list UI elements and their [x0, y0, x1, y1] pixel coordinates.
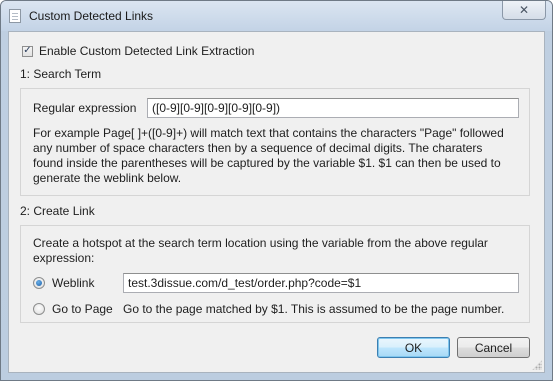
create-link-section-title: 2: Create Link — [20, 204, 95, 218]
description-line: found inside the parentheses will be cap… — [33, 156, 501, 170]
search-term-description: For example Page[ ]+([0-9]+) will match … — [33, 126, 504, 186]
description-line: expression: — [33, 251, 95, 265]
goto-page-radio[interactable] — [33, 303, 45, 315]
window-title: Custom Detected Links — [29, 9, 154, 23]
close-icon: ✕ — [518, 3, 530, 17]
enable-extraction-label: Enable Custom Detected Link Extraction — [39, 44, 255, 58]
search-term-section-title: 1: Search Term — [20, 67, 102, 81]
weblink-label[interactable]: Weblink — [52, 276, 94, 290]
goto-page-description: Go to the page matched by $1. This is as… — [123, 302, 505, 316]
checkmark-icon: ✓ — [23, 45, 32, 56]
dialog-window: Custom Detected Links ✕ ✓ Enable Custom … — [0, 0, 553, 381]
weblink-radio[interactable] — [33, 277, 45, 289]
document-icon — [9, 9, 21, 23]
description-line: Create a hotspot at the search term loca… — [33, 236, 488, 250]
cancel-button[interactable]: Cancel — [457, 337, 530, 358]
create-link-group: Create a hotspot at the search term loca… — [20, 225, 530, 323]
goto-page-label[interactable]: Go to Page — [52, 302, 113, 316]
search-term-group: Regular expression ([0-9][0-9][0-9][0-9]… — [20, 88, 530, 196]
dialog-body: ✓ Enable Custom Detected Link Extraction… — [8, 31, 545, 373]
regex-label: Regular expression — [33, 101, 137, 115]
description-line: generate the weblink below. — [33, 171, 182, 185]
title-bar[interactable]: Custom Detected Links ✕ — [1, 1, 552, 31]
enable-extraction-checkbox[interactable]: ✓ — [22, 45, 33, 57]
regex-input[interactable]: ([0-9][0-9][0-9][0-9][0-9]) — [147, 98, 519, 118]
description-line: any number of space characters then by a… — [33, 141, 483, 155]
weblink-input[interactable]: test.3dissue.com/d_test/order.php?code=$… — [123, 273, 519, 293]
ok-button[interactable]: OK — [377, 337, 450, 358]
enable-extraction-checkbox-row[interactable]: ✓ Enable Custom Detected Link Extraction — [22, 44, 254, 58]
description-line: For example Page[ ]+([0-9]+) will match … — [33, 126, 504, 140]
resize-grip-icon[interactable] — [532, 360, 542, 370]
close-button[interactable]: ✕ — [502, 1, 546, 20]
create-link-description: Create a hotspot at the search term loca… — [33, 236, 488, 266]
